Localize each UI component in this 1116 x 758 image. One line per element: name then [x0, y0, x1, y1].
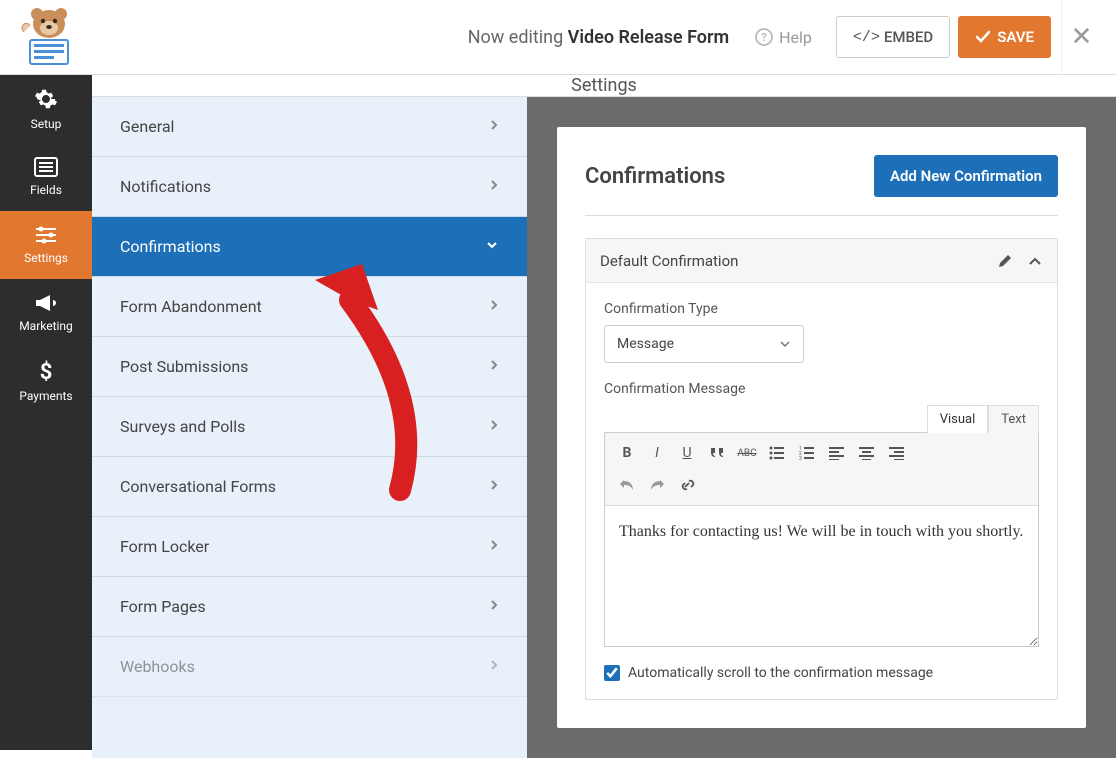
- chevron-up-icon[interactable]: [1027, 253, 1043, 269]
- strike-button[interactable]: ABC: [733, 439, 761, 467]
- menu-item-webhooks[interactable]: Webhooks: [92, 637, 527, 697]
- menu-item-form-abandonment[interactable]: Form Abandonment: [92, 277, 527, 337]
- pencil-icon[interactable]: [997, 253, 1013, 269]
- menu-item-general[interactable]: General: [92, 97, 527, 157]
- autoscroll-checkbox-label[interactable]: Automatically scroll to the confirmation…: [604, 665, 1039, 681]
- svg-text:$: $: [40, 360, 53, 383]
- sidebar-item-fields[interactable]: Fields: [0, 143, 92, 211]
- tab-visual[interactable]: Visual: [927, 405, 989, 433]
- menu-item-notifications[interactable]: Notifications: [92, 157, 527, 217]
- svg-text:?: ?: [761, 31, 767, 44]
- dollar-icon: $: [38, 359, 54, 383]
- number-list-button[interactable]: 123: [793, 439, 821, 467]
- chevron-right-icon: [489, 298, 499, 312]
- align-right-button[interactable]: [883, 439, 911, 467]
- panel-title: Confirmations: [585, 164, 725, 189]
- close-button[interactable]: ✕: [1061, 0, 1101, 75]
- sidebar-item-settings[interactable]: Settings: [0, 211, 92, 279]
- chevron-down-icon: [779, 338, 791, 350]
- chevron-right-icon: [489, 118, 499, 132]
- chevron-down-icon: [485, 238, 499, 252]
- menu-item-form-pages[interactable]: Form Pages: [92, 577, 527, 637]
- sidebar-item-setup[interactable]: Setup: [0, 75, 92, 143]
- help-link[interactable]: ? Help: [755, 28, 812, 47]
- editing-label: Now editing Video Release Form: [90, 27, 739, 48]
- chevron-right-icon: [489, 178, 499, 192]
- svg-text:3: 3: [799, 456, 802, 460]
- help-icon: ?: [755, 28, 773, 46]
- list-icon: [34, 157, 58, 177]
- app-logo: [8, 0, 90, 75]
- menu-item-confirmations[interactable]: Confirmations: [92, 217, 527, 277]
- check-icon: [975, 29, 991, 45]
- type-label: Confirmation Type: [604, 301, 1039, 317]
- chevron-right-icon: [489, 538, 499, 552]
- italic-button[interactable]: I: [643, 439, 671, 467]
- bold-button[interactable]: B: [613, 439, 641, 467]
- align-left-button[interactable]: [823, 439, 851, 467]
- undo-button[interactable]: [613, 471, 641, 499]
- message-editor[interactable]: Thanks for contacting us! We will be in …: [605, 506, 1038, 646]
- gear-icon: [34, 87, 58, 111]
- confirmation-type-select[interactable]: Message: [604, 325, 804, 363]
- menu-item-post-submissions[interactable]: Post Submissions: [92, 337, 527, 397]
- menu-item-form-locker[interactable]: Form Locker: [92, 517, 527, 577]
- chevron-right-icon: [489, 358, 499, 372]
- autoscroll-checkbox[interactable]: [604, 665, 620, 681]
- add-confirmation-button[interactable]: Add New Confirmation: [874, 155, 1058, 197]
- quote-button[interactable]: [703, 439, 731, 467]
- message-label: Confirmation Message: [604, 381, 1039, 397]
- chevron-right-icon: [489, 598, 499, 612]
- megaphone-icon: [34, 293, 58, 313]
- save-button[interactable]: SAVE: [958, 16, 1051, 58]
- code-icon: </>: [853, 29, 880, 46]
- chevron-right-icon: [489, 478, 499, 492]
- sidebar-item-marketing[interactable]: Marketing: [0, 279, 92, 347]
- sidebar: Setup Fields Settings Marketing $ Paymen…: [0, 75, 92, 750]
- chevron-right-icon: [489, 418, 499, 432]
- accordion-header[interactable]: Default Confirmation: [586, 239, 1057, 283]
- settings-menu: GeneralNotificationsConfirmationsForm Ab…: [92, 97, 527, 758]
- link-button[interactable]: [673, 471, 701, 499]
- bullet-list-button[interactable]: [763, 439, 791, 467]
- tab-text[interactable]: Text: [988, 405, 1039, 433]
- page-title: Settings: [92, 75, 1116, 97]
- menu-item-surveys-and-polls[interactable]: Surveys and Polls: [92, 397, 527, 457]
- underline-button[interactable]: U: [673, 439, 701, 467]
- embed-button[interactable]: </> EMBED: [836, 16, 950, 58]
- align-center-button[interactable]: [853, 439, 881, 467]
- chevron-right-icon: [489, 658, 499, 672]
- redo-button[interactable]: [643, 471, 671, 499]
- sidebar-item-payments[interactable]: $ Payments: [0, 347, 92, 415]
- sliders-icon: [34, 225, 58, 245]
- menu-item-conversational-forms[interactable]: Conversational Forms: [92, 457, 527, 517]
- editor-toolbar: B I U ABC 123: [605, 433, 1038, 506]
